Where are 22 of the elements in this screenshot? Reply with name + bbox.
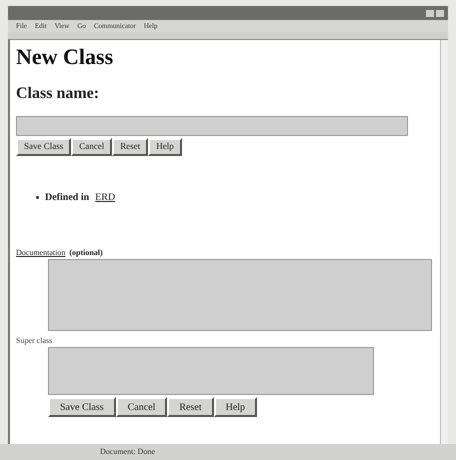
- form-button[interactable]: Help: [148, 138, 182, 156]
- bullet-icon: [36, 196, 39, 199]
- documentation-field[interactable]: [48, 259, 432, 331]
- form-button[interactable]: Cancel: [116, 397, 168, 417]
- close-icon[interactable]: [436, 10, 444, 16]
- erd-link[interactable]: ERD: [95, 190, 116, 205]
- class-name-field[interactable]: [16, 116, 408, 136]
- form-button[interactable]: Save Class: [48, 397, 116, 417]
- form-button[interactable]: Reset: [112, 138, 148, 156]
- bullet-text: Defined in: [45, 191, 90, 205]
- form-button[interactable]: Save Class: [16, 138, 72, 156]
- status-bar: Document: Done: [0, 444, 456, 460]
- field-label: Class name:: [16, 84, 100, 104]
- superclass-field[interactable]: [48, 347, 374, 395]
- minimize-icon[interactable]: [426, 10, 434, 16]
- field-label: (optional): [69, 247, 103, 259]
- form-button[interactable]: Cancel: [71, 138, 112, 156]
- field-label: Super class: [16, 335, 54, 347]
- form-button[interactable]: Help: [214, 397, 258, 417]
- form-button[interactable]: Reset: [167, 397, 214, 417]
- page-heading: New Class: [16, 44, 114, 70]
- documentation-link[interactable]: Documentation: [16, 247, 66, 259]
